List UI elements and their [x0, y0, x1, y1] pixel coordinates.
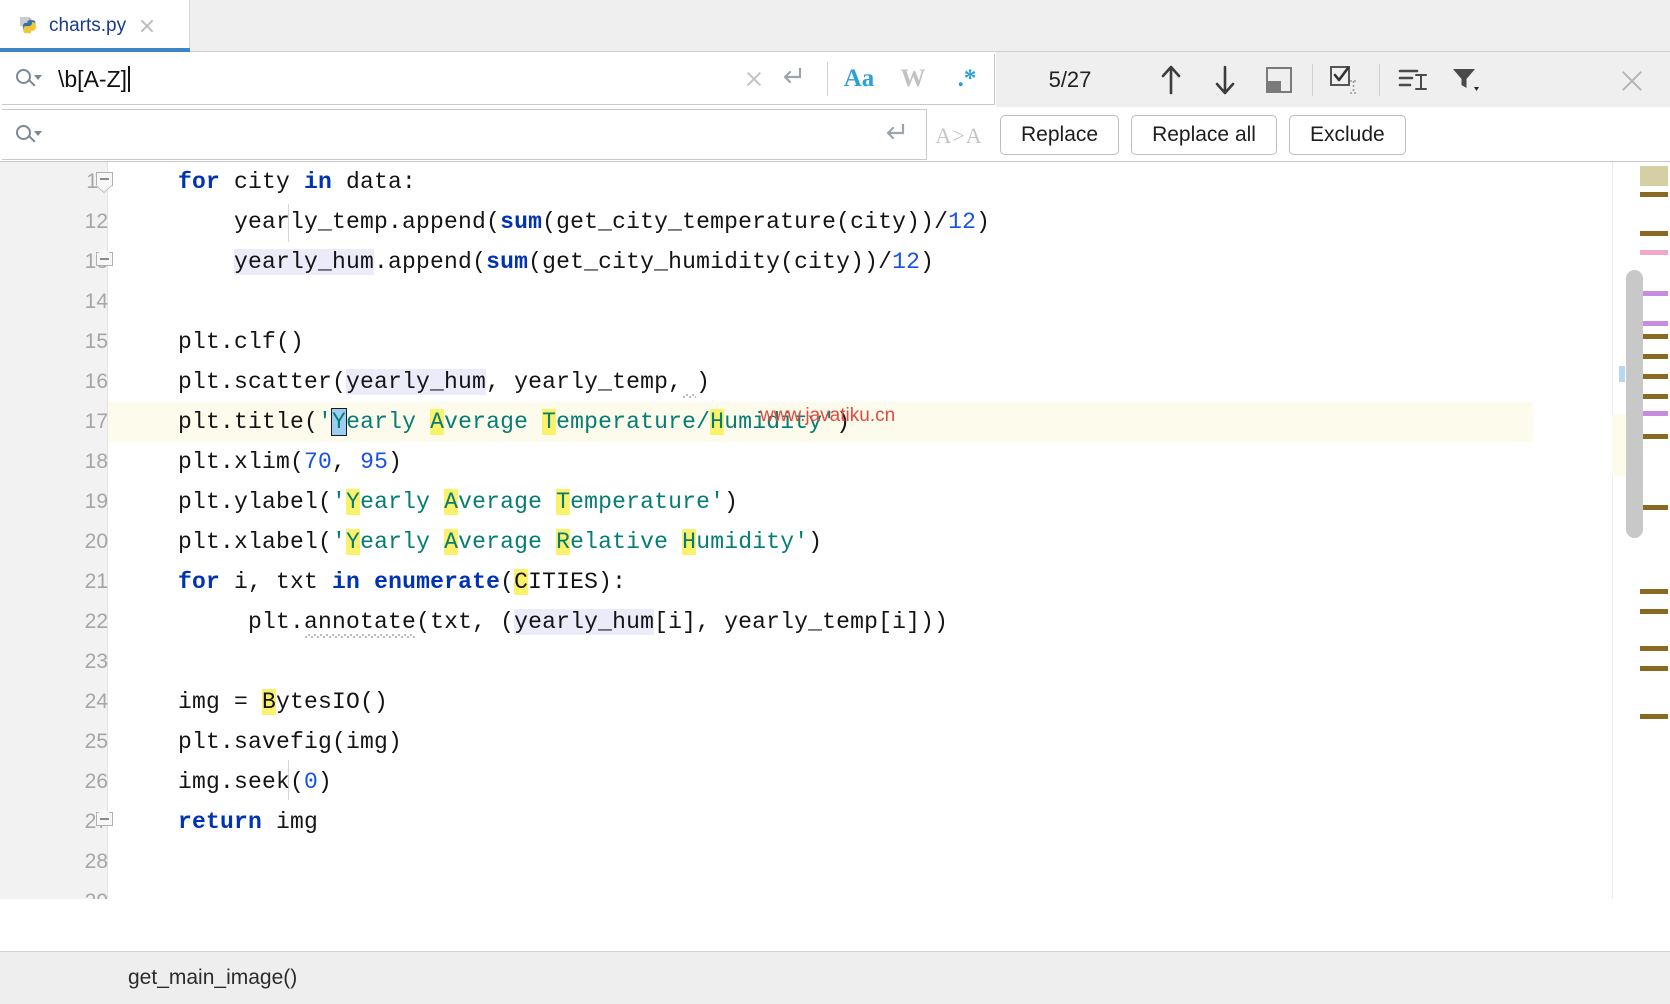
code-line[interactable] [108, 882, 1533, 899]
occurrence-marker[interactable] [1640, 231, 1668, 236]
occurrence-marker[interactable] [1640, 609, 1668, 614]
regex-toggle[interactable]: .* [942, 59, 992, 99]
code-line[interactable]: yearly_hum.append(sum(get_city_humidity(… [108, 242, 1533, 282]
code-line[interactable]: plt.xlabel('Yearly Average Relative Humi… [108, 522, 1533, 562]
line-number: 16 [84, 370, 108, 393]
close-icon[interactable] [138, 17, 156, 35]
line-number: 29 [62, 882, 108, 899]
match-case-toggle[interactable]: Aa [834, 59, 884, 99]
code-editor[interactable]: 11 12 13 14 15 16 17 18 19 20 21 22 23 2… [0, 162, 1670, 899]
line-number: 17 [84, 410, 108, 433]
code-line[interactable]: for city in data: [108, 162, 1533, 202]
code-line[interactable]: plt.savefig(img) [108, 722, 1533, 762]
search-field-wrapper[interactable]: \b[A-Z] Aa W .* [2, 54, 995, 105]
code-line[interactable]: img = BytesIO() [108, 682, 1533, 722]
line-number: 28 [84, 850, 108, 873]
editor-tab-bar: charts.py [0, 0, 1670, 52]
caret-position-marker [1619, 366, 1625, 382]
python-file-icon [18, 15, 40, 37]
preserve-case-icon[interactable]: A˃A [930, 121, 988, 151]
line-number: 19 [84, 490, 108, 513]
code-line[interactable] [108, 642, 1533, 682]
occurrence-marker[interactable] [1640, 374, 1668, 379]
code-line[interactable]: img.seek(0) [108, 762, 1533, 802]
code-line[interactable]: plt.annotate(txt, (yearly_hum[i], yearly… [108, 602, 1533, 642]
code-line[interactable]: plt.ylabel('Yearly Average Temperature') [108, 482, 1533, 522]
find-replace-panel: \b[A-Z] Aa W .* 5/27 A˃A Replace Replace… [0, 52, 1670, 162]
occurrence-marker[interactable] [1640, 434, 1668, 439]
replace-buttons: Replace Replace all Exclude [1000, 115, 1406, 155]
code-line[interactable]: for i, txt in enumerate(CITIES): [108, 562, 1533, 602]
usage-marker[interactable] [1640, 291, 1668, 296]
line-number: 18 [84, 450, 108, 473]
exclude-button[interactable]: Exclude [1288, 115, 1406, 155]
open-in-find-window-icon[interactable] [1252, 59, 1306, 101]
find-row: \b[A-Z] Aa W .* 5/27 [0, 52, 1670, 107]
replace-row: A˃A Replace Replace all Exclude [0, 107, 1670, 162]
text-caret [128, 65, 131, 92]
clear-icon[interactable] [739, 64, 769, 94]
occurrence-marker[interactable] [1640, 394, 1668, 399]
close-find-panel-icon[interactable] [1616, 65, 1648, 97]
divider [1312, 63, 1313, 96]
line-number: 24 [84, 690, 108, 713]
find-toolbar: 5/27 [996, 52, 1670, 107]
occurrence-marker[interactable] [1640, 714, 1668, 719]
breadcrumb-item[interactable]: get_main_image() [128, 966, 297, 990]
line-number: 14 [84, 290, 108, 313]
filter-funnel-icon[interactable] [1440, 59, 1494, 101]
replace-button[interactable]: Replace [1000, 115, 1120, 155]
divider [827, 62, 828, 96]
usage-marker[interactable] [1640, 321, 1668, 326]
occurrence-marker[interactable] [1640, 192, 1668, 197]
previous-occurrence-icon[interactable] [1144, 59, 1198, 101]
code-line[interactable]: plt.clf() [108, 322, 1533, 362]
filter-lines-icon[interactable] [1386, 59, 1440, 101]
editor-tab-charts-py[interactable]: charts.py [0, 0, 190, 52]
select-all-occurrences-icon[interactable] [1319, 59, 1373, 101]
breadcrumb-bar[interactable]: get_main_image() [0, 951, 1670, 1004]
match-counter: 5/27 [1048, 66, 1092, 92]
error-stripe-top-box[interactable] [1640, 166, 1668, 186]
words-toggle[interactable]: W [888, 59, 938, 99]
line-number: 15 [84, 330, 108, 353]
line-number: 22 [84, 610, 108, 633]
code-line[interactable] [108, 282, 1533, 322]
line-number: 25 [84, 730, 108, 753]
new-line-icon[interactable] [880, 120, 914, 150]
code-line[interactable] [108, 842, 1533, 882]
code-line[interactable]: plt.scatter(yearly_hum, yearly_temp, ) [108, 362, 1533, 402]
search-icon[interactable] [14, 68, 44, 90]
next-occurrence-icon[interactable] [1198, 59, 1252, 101]
replace-all-button[interactable]: Replace all [1131, 115, 1277, 155]
code-line-current[interactable]: plt.title('Yearly Average Temperature/Hu… [108, 402, 1533, 442]
replace-field-wrapper[interactable] [2, 109, 927, 160]
ide-window: charts.py \b[A-Z] Aa W .* 5/27 A˃A Repla… [0, 0, 1670, 1004]
editor-scrollbar-column[interactable] [1612, 162, 1670, 899]
search-icon[interactable] [14, 124, 44, 146]
vertical-scrollbar-thumb[interactable] [1626, 270, 1643, 538]
search-input[interactable]: \b[A-Z] [44, 65, 739, 93]
occurrence-marker[interactable] [1640, 354, 1668, 359]
new-line-icon[interactable] [777, 64, 811, 94]
occurrence-marker[interactable] [1640, 589, 1668, 594]
search-input-value: \b[A-Z] [58, 65, 128, 92]
code-content[interactable]: for city in data: yearly_temp.append(sum… [108, 162, 1670, 899]
change-marker[interactable] [1640, 250, 1668, 255]
code-line[interactable]: plt.xlim(70, 95) [108, 442, 1533, 482]
line-number: 23 [84, 650, 108, 673]
occurrence-marker[interactable] [1640, 646, 1668, 651]
line-number: 26 [84, 770, 108, 793]
usage-marker[interactable] [1640, 411, 1668, 416]
code-line[interactable]: return img [108, 802, 1533, 842]
code-line[interactable]: yearly_temp.append(sum(get_city_temperat… [108, 202, 1533, 242]
occurrence-marker[interactable] [1640, 666, 1668, 671]
line-number: 12 [84, 210, 108, 233]
line-number: 20 [84, 530, 108, 553]
occurrence-marker[interactable] [1640, 334, 1668, 339]
line-number: 21 [84, 570, 108, 593]
editor-tab-label: charts.py [49, 15, 127, 36]
divider [1379, 63, 1380, 96]
occurrence-marker[interactable] [1640, 505, 1668, 510]
